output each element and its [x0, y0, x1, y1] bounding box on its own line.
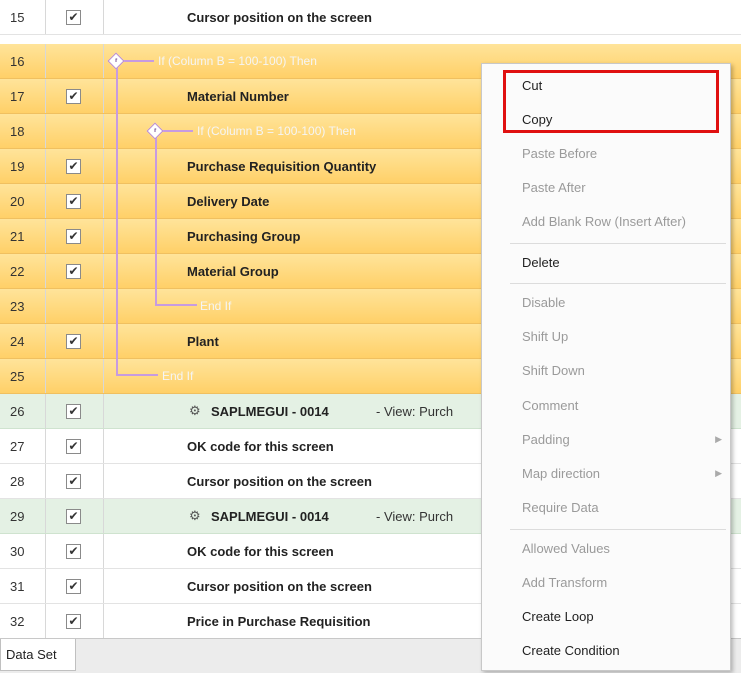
submenu-arrow-icon: ▶: [715, 434, 722, 444]
row-number: 21: [0, 219, 46, 253]
menu-item-shift-down[interactable]: Shift Down: [522, 363, 585, 378]
menu-separator: [510, 283, 726, 284]
condition-branch-line: [161, 130, 193, 132]
row-number: 25: [0, 359, 46, 393]
row-checkbox[interactable]: ✔: [66, 10, 81, 25]
row-number: 22: [0, 254, 46, 288]
row-checkbox[interactable]: ✔: [66, 264, 81, 279]
row-checkbox[interactable]: ✔: [66, 404, 81, 419]
row-number: 26: [0, 394, 46, 428]
row-number: 30: [0, 534, 46, 568]
row-number: 27: [0, 429, 46, 463]
row-checkbox[interactable]: ✔: [66, 579, 81, 594]
row-label: Purchase Requisition Quantity: [187, 159, 377, 174]
screen-view: - View: Purch: [376, 509, 454, 524]
menu-item-create-condition[interactable]: Create Condition: [522, 643, 620, 658]
row-number: 29: [0, 499, 46, 533]
row-label: SAPLMEGUI - 0014: [211, 404, 329, 419]
row-label: Cursor position on the screen: [187, 10, 372, 25]
menu-item-paste-after[interactable]: Paste After: [522, 180, 586, 195]
menu-item-comment[interactable]: Comment: [522, 398, 578, 413]
row-number: 32: [0, 604, 46, 638]
menu-item-create-loop[interactable]: Create Loop: [522, 609, 594, 624]
row-number: 19: [0, 149, 46, 183]
row-label: Delivery Date: [187, 194, 270, 209]
condition-label: End If: [162, 369, 194, 383]
condition-label: If (Column B = 100-100) Then: [158, 54, 317, 68]
menu-item-add-transform[interactable]: Add Transform: [522, 575, 607, 590]
row-number: 20: [0, 184, 46, 218]
menu-item-shift-up[interactable]: Shift Up: [522, 329, 568, 344]
condition-branch-line: [155, 136, 157, 306]
row-checkbox[interactable]: ✔: [66, 544, 81, 559]
menu-item-map-direction[interactable]: Map direction: [522, 466, 600, 481]
menu-item-add-blank-row[interactable]: Add Blank Row (Insert After): [522, 214, 686, 229]
row-number: 23: [0, 289, 46, 323]
condition-label: End If: [200, 299, 232, 313]
row-label: Cursor position on the screen: [187, 579, 372, 594]
screen-gear-icon: ⚙: [189, 508, 201, 523]
row-number: 17: [0, 79, 46, 113]
row-checkbox[interactable]: ✔: [66, 614, 81, 629]
row-number: 15: [0, 0, 46, 34]
tab-data-set[interactable]: Data Set: [0, 639, 76, 671]
row-label: Cursor position on the screen: [187, 474, 372, 489]
row-label: Price in Purchase Requisition: [187, 614, 371, 629]
context-menu: Cut Copy Paste Before Paste After Add Bl…: [481, 63, 731, 671]
row-label: OK code for this screen: [187, 439, 334, 454]
row-checkbox[interactable]: ✔: [66, 334, 81, 349]
row-label: Material Group: [187, 264, 279, 279]
row-checkbox[interactable]: ✔: [66, 509, 81, 524]
menu-item-disable[interactable]: Disable: [522, 295, 565, 310]
row-checkbox[interactable]: ✔: [66, 89, 81, 104]
menu-separator: [510, 529, 726, 530]
row-number: 24: [0, 324, 46, 358]
row-checkbox[interactable]: ✔: [66, 194, 81, 209]
screen-gear-icon: ⚙: [189, 403, 201, 418]
row-label: Purchasing Group: [187, 229, 301, 244]
row-label: OK code for this screen: [187, 544, 334, 559]
condition-branch-line: [116, 62, 118, 376]
row-checkbox[interactable]: ✔: [66, 474, 81, 489]
row-number: 16: [0, 44, 46, 78]
condition-label: If (Column B = 100-100) Then: [197, 124, 356, 138]
menu-item-require-data[interactable]: Require Data: [522, 500, 599, 515]
table-row[interactable]: 15 ✔ Cursor position on the screen: [0, 0, 741, 35]
row-number: 28: [0, 464, 46, 498]
row-checkbox[interactable]: ✔: [66, 229, 81, 244]
condition-branch-line: [122, 60, 154, 62]
highlight-box: [503, 70, 719, 133]
row-label: Material Number: [187, 89, 289, 104]
row-number: 31: [0, 569, 46, 603]
row-label: SAPLMEGUI - 0014: [211, 509, 329, 524]
row-label: Plant: [187, 334, 219, 349]
row-number: 18: [0, 114, 46, 148]
condition-branch-line: [116, 374, 158, 376]
menu-item-padding[interactable]: Padding: [522, 432, 570, 447]
menu-separator: [510, 243, 726, 244]
menu-item-paste-before[interactable]: Paste Before: [522, 146, 597, 161]
row-checkbox[interactable]: ✔: [66, 439, 81, 454]
condition-branch-line: [155, 304, 197, 306]
menu-item-delete[interactable]: Delete: [522, 255, 560, 270]
screen-view: - View: Purch: [376, 404, 454, 419]
row-checkbox[interactable]: ✔: [66, 159, 81, 174]
submenu-arrow-icon: ▶: [715, 468, 722, 478]
menu-item-allowed-values[interactable]: Allowed Values: [522, 541, 610, 556]
